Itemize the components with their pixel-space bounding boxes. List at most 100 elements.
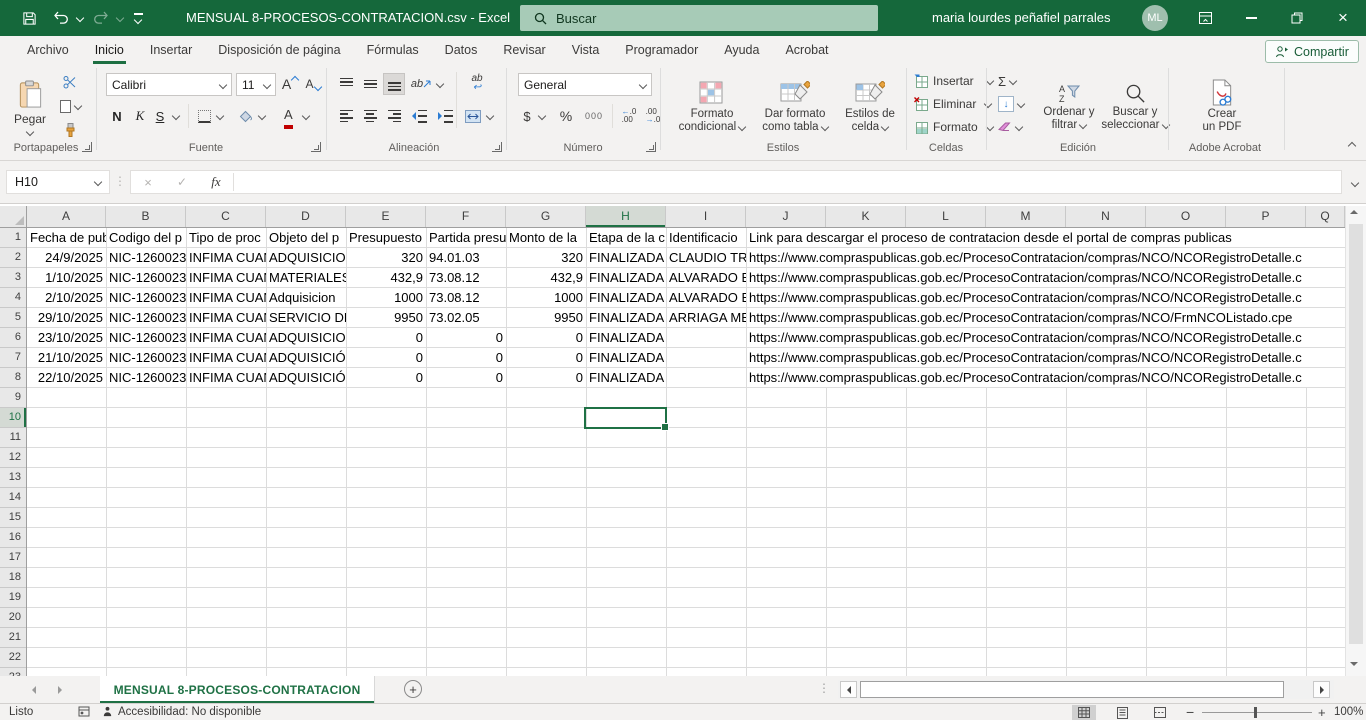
cell-B8[interactable]: NIC-1260023	[106, 368, 186, 388]
zoom-slider-track[interactable]	[1202, 712, 1312, 713]
sheet-tab-active[interactable]: MENSUAL 8-PROCESOS-CONTRATACION	[100, 676, 375, 703]
cell-J2[interactable]: https://www.compraspublicas.gob.ec/Proce…	[747, 248, 1345, 267]
fill-handle[interactable]	[661, 423, 669, 431]
cell-E6[interactable]: 0	[346, 328, 426, 348]
cell-A2[interactable]: 24/9/2025	[27, 248, 106, 268]
cell-I1[interactable]: Identificacio	[666, 228, 746, 248]
search-input[interactable]: Buscar	[520, 5, 878, 31]
enter-formula-icon[interactable]: ✓	[165, 175, 199, 189]
cell-G4[interactable]: 1000	[506, 288, 586, 308]
sort-filter-button[interactable]: AZ Ordenar yfiltrar	[1036, 70, 1102, 144]
cell-B5[interactable]: NIC-1260023	[106, 308, 186, 328]
cell-A5[interactable]: 29/10/2025	[27, 308, 106, 328]
quick-access-toolbar-menu[interactable]	[128, 0, 148, 36]
column-header-A[interactable]: A	[27, 206, 106, 227]
borders-dropdown[interactable]	[214, 106, 226, 126]
cell-F6[interactable]: 0	[426, 328, 506, 348]
row-header-12[interactable]: 12	[0, 448, 26, 468]
row-header-14[interactable]: 14	[0, 488, 26, 508]
format-cells-button[interactable]: Formato	[914, 118, 993, 136]
cell-C7[interactable]: INFIMA CUAN	[186, 348, 266, 368]
cell-E4[interactable]: 1000	[346, 288, 426, 308]
row-header-6[interactable]: 6	[0, 328, 26, 348]
row-header-9[interactable]: 9	[0, 388, 26, 408]
cell-J7[interactable]: https://www.compraspublicas.gob.ec/Proce…	[747, 348, 1345, 367]
cell-D5[interactable]: SERVICIO DE	[266, 308, 346, 328]
cell-D1[interactable]: Objeto del p	[266, 228, 346, 248]
cell-F8[interactable]: 0	[426, 368, 506, 388]
portapapeles-dialog-launcher[interactable]	[82, 142, 92, 152]
cell-D2[interactable]: ADQUISICION	[266, 248, 346, 268]
cell-G5[interactable]: 9950	[506, 308, 586, 328]
cell-E7[interactable]: 0	[346, 348, 426, 368]
cell-G3[interactable]: 432,9	[506, 268, 586, 288]
cell-B6[interactable]: NIC-1260023	[106, 328, 186, 348]
tab-vista[interactable]: Vista	[559, 36, 613, 64]
cell-F4[interactable]: 73.08.12	[426, 288, 506, 308]
cell-A8[interactable]: 22/10/2025	[27, 368, 106, 388]
column-header-H[interactable]: H	[586, 206, 666, 227]
accessibility-status[interactable]: Accesibilidad: No disponible	[118, 706, 261, 718]
column-header-G[interactable]: G	[506, 206, 586, 227]
column-header-L[interactable]: L	[906, 206, 986, 227]
cell-C6[interactable]: INFIMA CUAN	[186, 328, 266, 348]
cell-J4[interactable]: https://www.compraspublicas.gob.ec/Proce…	[747, 288, 1345, 307]
zoom-slider-thumb[interactable]	[1254, 707, 1257, 718]
decrease-indent-button[interactable]	[408, 106, 430, 126]
cell-B2[interactable]: NIC-1260023	[106, 248, 186, 268]
increase-decimal-button[interactable]: ←.0.00	[618, 106, 640, 126]
cell-I5[interactable]: ARRIAGA ME	[666, 308, 746, 328]
minimize-button[interactable]	[1234, 0, 1268, 36]
column-header-K[interactable]: K	[826, 206, 906, 227]
tab-revisar[interactable]: Revisar	[490, 36, 558, 64]
find-select-button[interactable]: Buscar yseleccionar	[1104, 70, 1166, 144]
cell-B1[interactable]: Codigo del p	[106, 228, 186, 248]
tab-programador[interactable]: Programador	[612, 36, 711, 64]
vertical-scroll-thumb[interactable]	[1349, 224, 1363, 644]
cell-C4[interactable]: INFIMA CUAN	[186, 288, 266, 308]
row-header-10[interactable]: 10	[0, 408, 26, 428]
cell-E3[interactable]: 432,9	[346, 268, 426, 288]
merge-center-button[interactable]	[464, 108, 482, 124]
cell-B3[interactable]: NIC-1260023	[106, 268, 186, 288]
currency-format-button[interactable]: $	[520, 106, 534, 126]
tab-ayuda[interactable]: Ayuda	[711, 36, 772, 64]
wrap-text-button[interactable]: ab↩	[464, 70, 490, 96]
zoom-level[interactable]: 100%	[1334, 706, 1363, 718]
delete-cells-button[interactable]: Eliminar	[914, 95, 991, 113]
restore-button[interactable]	[1280, 0, 1314, 36]
name-box-splitter[interactable]: ⋮	[114, 174, 126, 188]
cell-styles-button[interactable]: Estilos decelda	[838, 70, 902, 144]
align-middle-button[interactable]	[360, 74, 380, 94]
save-button[interactable]	[18, 0, 40, 36]
row-header-17[interactable]: 17	[0, 548, 26, 568]
cell-E5[interactable]: 9950	[346, 308, 426, 328]
row-header-15[interactable]: 15	[0, 508, 26, 528]
insert-cells-button[interactable]: Insertar	[914, 72, 993, 90]
cell-I3[interactable]: ALVARADO E	[666, 268, 746, 288]
cell-G7[interactable]: 0	[506, 348, 586, 368]
underline-button[interactable]: S	[152, 106, 168, 126]
row-header-18[interactable]: 18	[0, 568, 26, 588]
cell-D3[interactable]: MATERIALES	[266, 268, 346, 288]
percent-format-button[interactable]: %	[556, 106, 576, 126]
column-header-M[interactable]: M	[986, 206, 1066, 227]
currency-format-dropdown[interactable]	[536, 106, 548, 126]
cell-G2[interactable]: 320	[506, 248, 586, 268]
tab-acrobat[interactable]: Acrobat	[772, 36, 841, 64]
orientation-button[interactable]: ab	[410, 74, 432, 94]
scroll-down-button[interactable]	[1350, 662, 1358, 666]
orientation-dropdown[interactable]	[434, 74, 446, 94]
row-header-20[interactable]: 20	[0, 608, 26, 628]
tab-insertar[interactable]: Insertar	[137, 36, 205, 64]
create-pdf-button[interactable]: Crearun PDF	[1192, 68, 1252, 144]
fill-button[interactable]: ↓	[998, 95, 1024, 113]
cell-A1[interactable]: Fecha de pub	[27, 228, 106, 248]
row-header-1[interactable]: 1	[0, 228, 26, 248]
cell-C1[interactable]: Tipo de proc	[186, 228, 266, 248]
view-normal-button[interactable]	[1072, 705, 1096, 720]
cell-C5[interactable]: INFIMA CUAN	[186, 308, 266, 328]
row-header-7[interactable]: 7	[0, 348, 26, 368]
alineacion-dialog-launcher[interactable]	[492, 142, 502, 152]
column-header-O[interactable]: O	[1146, 206, 1226, 227]
